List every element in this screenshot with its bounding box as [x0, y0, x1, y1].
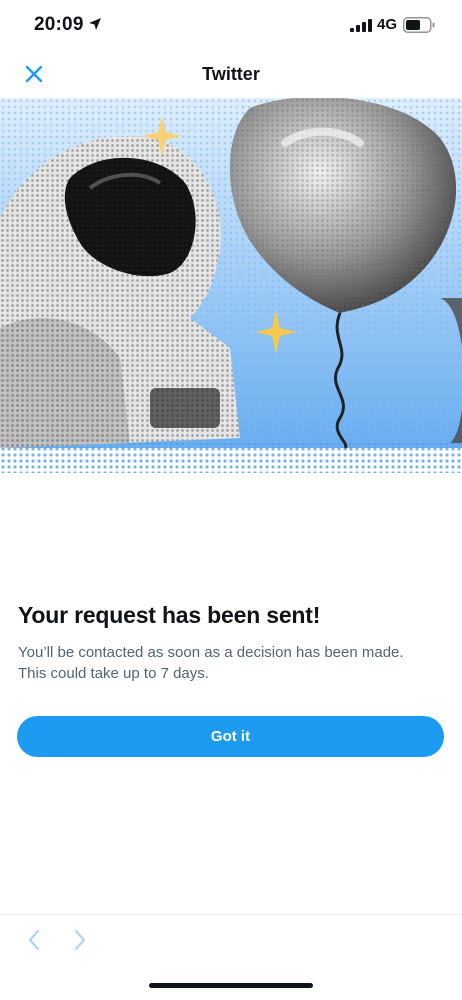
network-type: 4G [377, 16, 398, 33]
message-body-line-2: This could take up to 7 days. [18, 665, 209, 682]
toolbar-divider [0, 914, 462, 915]
confirmation-message: Your request has been sent! You’ll be co… [18, 600, 444, 684]
back-button[interactable] [22, 928, 46, 952]
page-title: Twitter [202, 64, 260, 84]
headline: Your request has been sent! [18, 602, 321, 628]
battery-icon [403, 17, 435, 33]
hero-illustration [0, 98, 462, 488]
astronaut-illustration [0, 136, 240, 449]
status-time: 20:09 [34, 14, 84, 35]
signal-icon [350, 19, 372, 32]
chevron-left-icon [28, 929, 40, 951]
message-body-line-1: You’ll be contacted as soon as a decisio… [18, 644, 404, 661]
nav-bar: Twitter [0, 50, 462, 98]
chevron-right-icon [74, 929, 86, 951]
location-arrow-icon [89, 18, 101, 30]
got-it-button[interactable]: Got it [17, 716, 444, 757]
home-indicator[interactable] [149, 983, 313, 988]
status-bar: 20:09 4G [0, 0, 462, 50]
message-body: You’ll be contacted as soon as a decisio… [18, 642, 444, 684]
astronaut-balloon-artwork [0, 98, 462, 488]
forward-button[interactable] [68, 928, 92, 952]
